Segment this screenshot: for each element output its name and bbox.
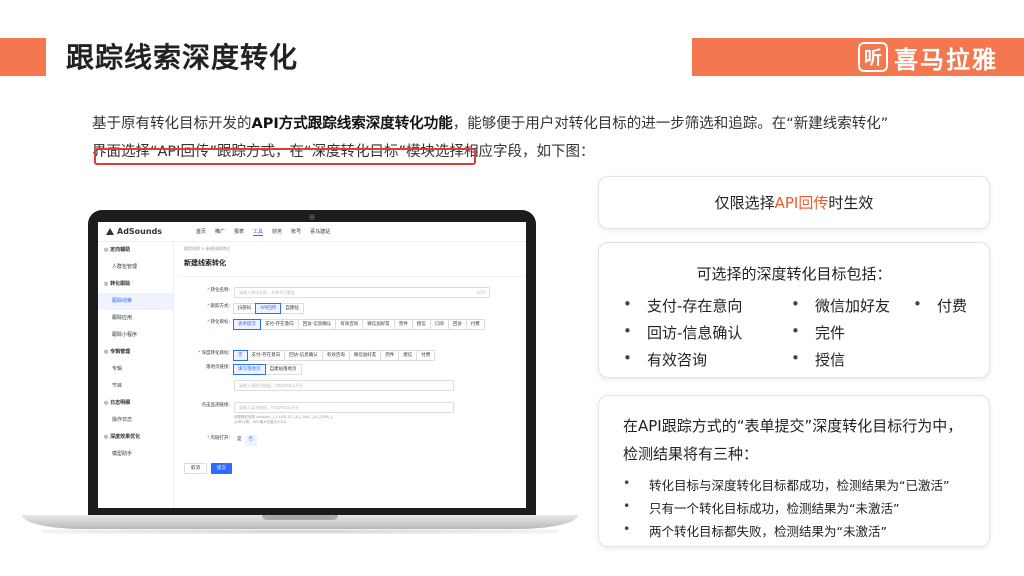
- target-option[interactable]: 有效咨询: [335, 319, 364, 330]
- target-option[interactable]: 完件: [393, 319, 413, 330]
- row-actions: 取消 提交: [184, 463, 236, 474]
- inner-option[interactable]: 否: [244, 435, 257, 446]
- method-option[interactable]: API回传: [255, 303, 282, 314]
- app-nav-item[interactable]: 报表: [234, 228, 244, 236]
- landing-input[interactable]: 请输入落地页链接，http/https开头: [234, 380, 454, 391]
- sidebar-group[interactable]: ◎ 转化跟踪: [98, 276, 173, 293]
- app-topbar: AdSounds 首页 推广 报表 工具 财务 账号 喜马建站: [98, 222, 526, 242]
- inner-options: 是否: [234, 435, 257, 446]
- row-inner: *内链打开: 是否: [178, 435, 257, 446]
- deep-target-option[interactable]: 微信加好友: [348, 350, 382, 361]
- row-landing: 落地页链接: 填写落地页 自建站落地页 请输入落地页链接，http/https开头: [178, 364, 454, 391]
- target-option[interactable]: 支付-存在意向: [260, 319, 299, 330]
- row-name: *转化名称: 请输入转化名称，名称不可重复 0/25: [178, 287, 490, 298]
- deep-target-option[interactable]: 授信: [398, 350, 418, 361]
- app-nav-item[interactable]: 财务: [272, 228, 282, 236]
- logo-triangle-icon: [106, 228, 114, 235]
- deep-target-highlight-box: [94, 148, 476, 165]
- option-item: 回访-信息确认: [623, 322, 743, 343]
- target-segment: 表单提交 支付-存在意向 回访-信息确认 有效咨询 微信加好友 完件 授信 订阅 回访 付费: [233, 319, 494, 330]
- sidebar-item[interactable]: 跟踪应用: [98, 310, 173, 327]
- option-item: 付费: [913, 295, 967, 316]
- conversion-form: *转化名称: 请输入转化名称，名称不可重复 0/25 *跟踪方式: JS部码 API…: [178, 276, 526, 474]
- row-deep-target: *深度转化目标: 无支付-存在意向 回访-信息确认 有效咨询 微信加好友 完件 授信 付费: [178, 350, 436, 361]
- sidebar-item[interactable]: 操作日志: [98, 412, 173, 429]
- target-option[interactable]: 付费: [465, 319, 485, 330]
- laptop-screen: AdSounds 首页 推广 报表 工具 财务 账号 喜马建站 ◎ 定向辅助 人群包管理 ◎ 转…: [88, 210, 536, 515]
- click-input[interactable]: 请输入监测链接，http/https开头: [234, 402, 454, 413]
- method-option[interactable]: 自建站: [280, 303, 304, 314]
- brand-name: 喜马拉雅: [894, 45, 998, 74]
- row-click: 点击监测链接: 请输入监测链接，http/https开头 请替换宏参数 call…: [178, 402, 454, 425]
- deep-target-option[interactable]: 回访-信息确认: [284, 350, 323, 361]
- app-nav-item[interactable]: 账号: [291, 228, 301, 236]
- deep-target-option[interactable]: 有效咨询: [321, 350, 350, 361]
- app-nav: 首页 推广 报表 工具 财务 账号 喜马建站: [196, 228, 330, 236]
- sidebar-item[interactable]: 专辑: [98, 361, 173, 378]
- target-option[interactable]: 微信加好友: [362, 319, 395, 330]
- sidebar-item[interactable]: 跟踪线索: [98, 293, 173, 310]
- app-screen: AdSounds 首页 推广 报表 工具 财务 账号 喜马建站 ◎ 定向辅助 人群包管理 ◎ 转…: [98, 222, 526, 508]
- sidebar-group[interactable]: ◎ 深度效果优化: [98, 429, 173, 446]
- result-item: 转化目标与深度转化目标都成功，检测结果为“已激活”: [623, 475, 949, 494]
- submit-button[interactable]: 提交: [211, 463, 232, 474]
- brand-logo: 听 喜马拉雅: [858, 40, 998, 74]
- landing-tab[interactable]: 填写落地页: [233, 364, 266, 375]
- target-option[interactable]: 回访-信息确认: [297, 319, 337, 330]
- sidebar-item[interactable]: 节目: [98, 378, 173, 395]
- laptop-mockup: AdSounds 首页 推广 报表 工具 财务 账号 喜马建站 ◎ 定向辅助 人群包管理 ◎ 转…: [22, 210, 578, 534]
- deep-target-option[interactable]: 无: [233, 350, 248, 361]
- deep-target-option[interactable]: 支付-存在意向: [246, 350, 286, 361]
- card-api-only: 仅限选择 API回传 时生效: [598, 176, 990, 229]
- row-target: *转化目标: 表单提交 支付-存在意向 回访-信息确认 有效咨询 微信加好友 完件 授信 订阅…: [178, 319, 494, 330]
- landing-tabs: 填写落地页 自建站落地页: [233, 364, 454, 375]
- option-item: 有效咨询: [623, 349, 707, 370]
- sidebar-group[interactable]: ◎ 日志明细: [98, 395, 173, 412]
- target-option[interactable]: 订阅: [429, 319, 449, 330]
- deep-target-option[interactable]: 付费: [416, 350, 436, 361]
- target-option[interactable]: 回访: [447, 319, 467, 330]
- click-note-2: {IMEI}等，URL最大长度为1024: [234, 420, 287, 424]
- sidebar-item[interactable]: 人群包管理: [98, 259, 173, 276]
- app-main: 跟踪线索 > 新建线索转化 新建线索转化 *转化名称: 请输入转化名称，名称不可…: [178, 242, 526, 508]
- app-nav-item[interactable]: 喜马建站: [310, 228, 330, 236]
- option-item: 支付-存在意向: [623, 295, 743, 316]
- sidebar-item[interactable]: 跟踪小程序: [98, 327, 173, 344]
- app-sidebar: ◎ 定向辅助 人群包管理 ◎ 转化跟踪 跟踪线索 跟踪应用 跟踪小程序 ◎ 专辑管理 专辑 节目…: [98, 242, 174, 508]
- cancel-button[interactable]: 取消: [184, 463, 207, 474]
- card2-title: 可选择的深度转化目标包括：: [696, 265, 892, 283]
- card-deep-targets: 可选择的深度转化目标包括： 支付-存在意向 微信加好友 付费 回访-信息确认 完…: [598, 242, 990, 378]
- result-item: 只有一个转化目标成功，检测结果为“未激活”: [623, 498, 900, 517]
- app-nav-item[interactable]: 工具: [253, 228, 264, 236]
- app-logo: AdSounds: [106, 227, 196, 236]
- option-item: 授信: [791, 349, 845, 370]
- method-option[interactable]: JS部码: [233, 303, 257, 314]
- card3-title: 在API跟踪方式的“表单提交”深度转化目标行为中，检测结果将有三种：: [623, 417, 963, 463]
- row-method: *跟踪方式: JS部码 API回传 自建站: [178, 303, 304, 314]
- target-option[interactable]: 表单提交: [233, 319, 261, 330]
- app-nav-item[interactable]: 推广: [215, 228, 225, 236]
- deep-target-segment: 无支付-存在意向 回访-信息确认 有效咨询 微信加好友 完件 授信 付费: [233, 350, 436, 361]
- breadcrumb: 跟踪线索 > 新建线索转化: [184, 246, 230, 251]
- deep-target-option[interactable]: 完件: [380, 350, 400, 361]
- header-accent-bar-left: [0, 38, 46, 76]
- landing-tab[interactable]: 自建站落地页: [264, 364, 302, 375]
- page-title: 跟踪线索深度转化: [66, 41, 299, 74]
- target-option[interactable]: 授信: [411, 319, 431, 330]
- app-nav-item[interactable]: 首页: [196, 228, 206, 236]
- card-detection-results: 在API跟踪方式的“表单提交”深度转化目标行为中，检测结果将有三种： 转化目标与…: [598, 395, 990, 547]
- sidebar-item[interactable]: 模型助手: [98, 446, 173, 463]
- option-item: 微信加好友: [791, 295, 890, 316]
- method-segment: JS部码 API回传 自建站: [233, 303, 304, 314]
- name-input[interactable]: 请输入转化名称，名称不可重复 0/25: [234, 287, 490, 298]
- sidebar-group[interactable]: ◎ 定向辅助: [98, 242, 173, 259]
- camera-icon: [309, 214, 315, 220]
- laptop-notch: [262, 515, 338, 520]
- laptop-shadow: [42, 529, 558, 534]
- option-item: 完件: [791, 322, 845, 343]
- app-page-title: 新建线索转化: [184, 259, 226, 267]
- brand-icon: 听: [858, 42, 888, 72]
- result-item: 两个转化目标都失败，检测结果为“未激活”: [623, 521, 887, 540]
- sidebar-group[interactable]: ◎ 专辑管理: [98, 344, 173, 361]
